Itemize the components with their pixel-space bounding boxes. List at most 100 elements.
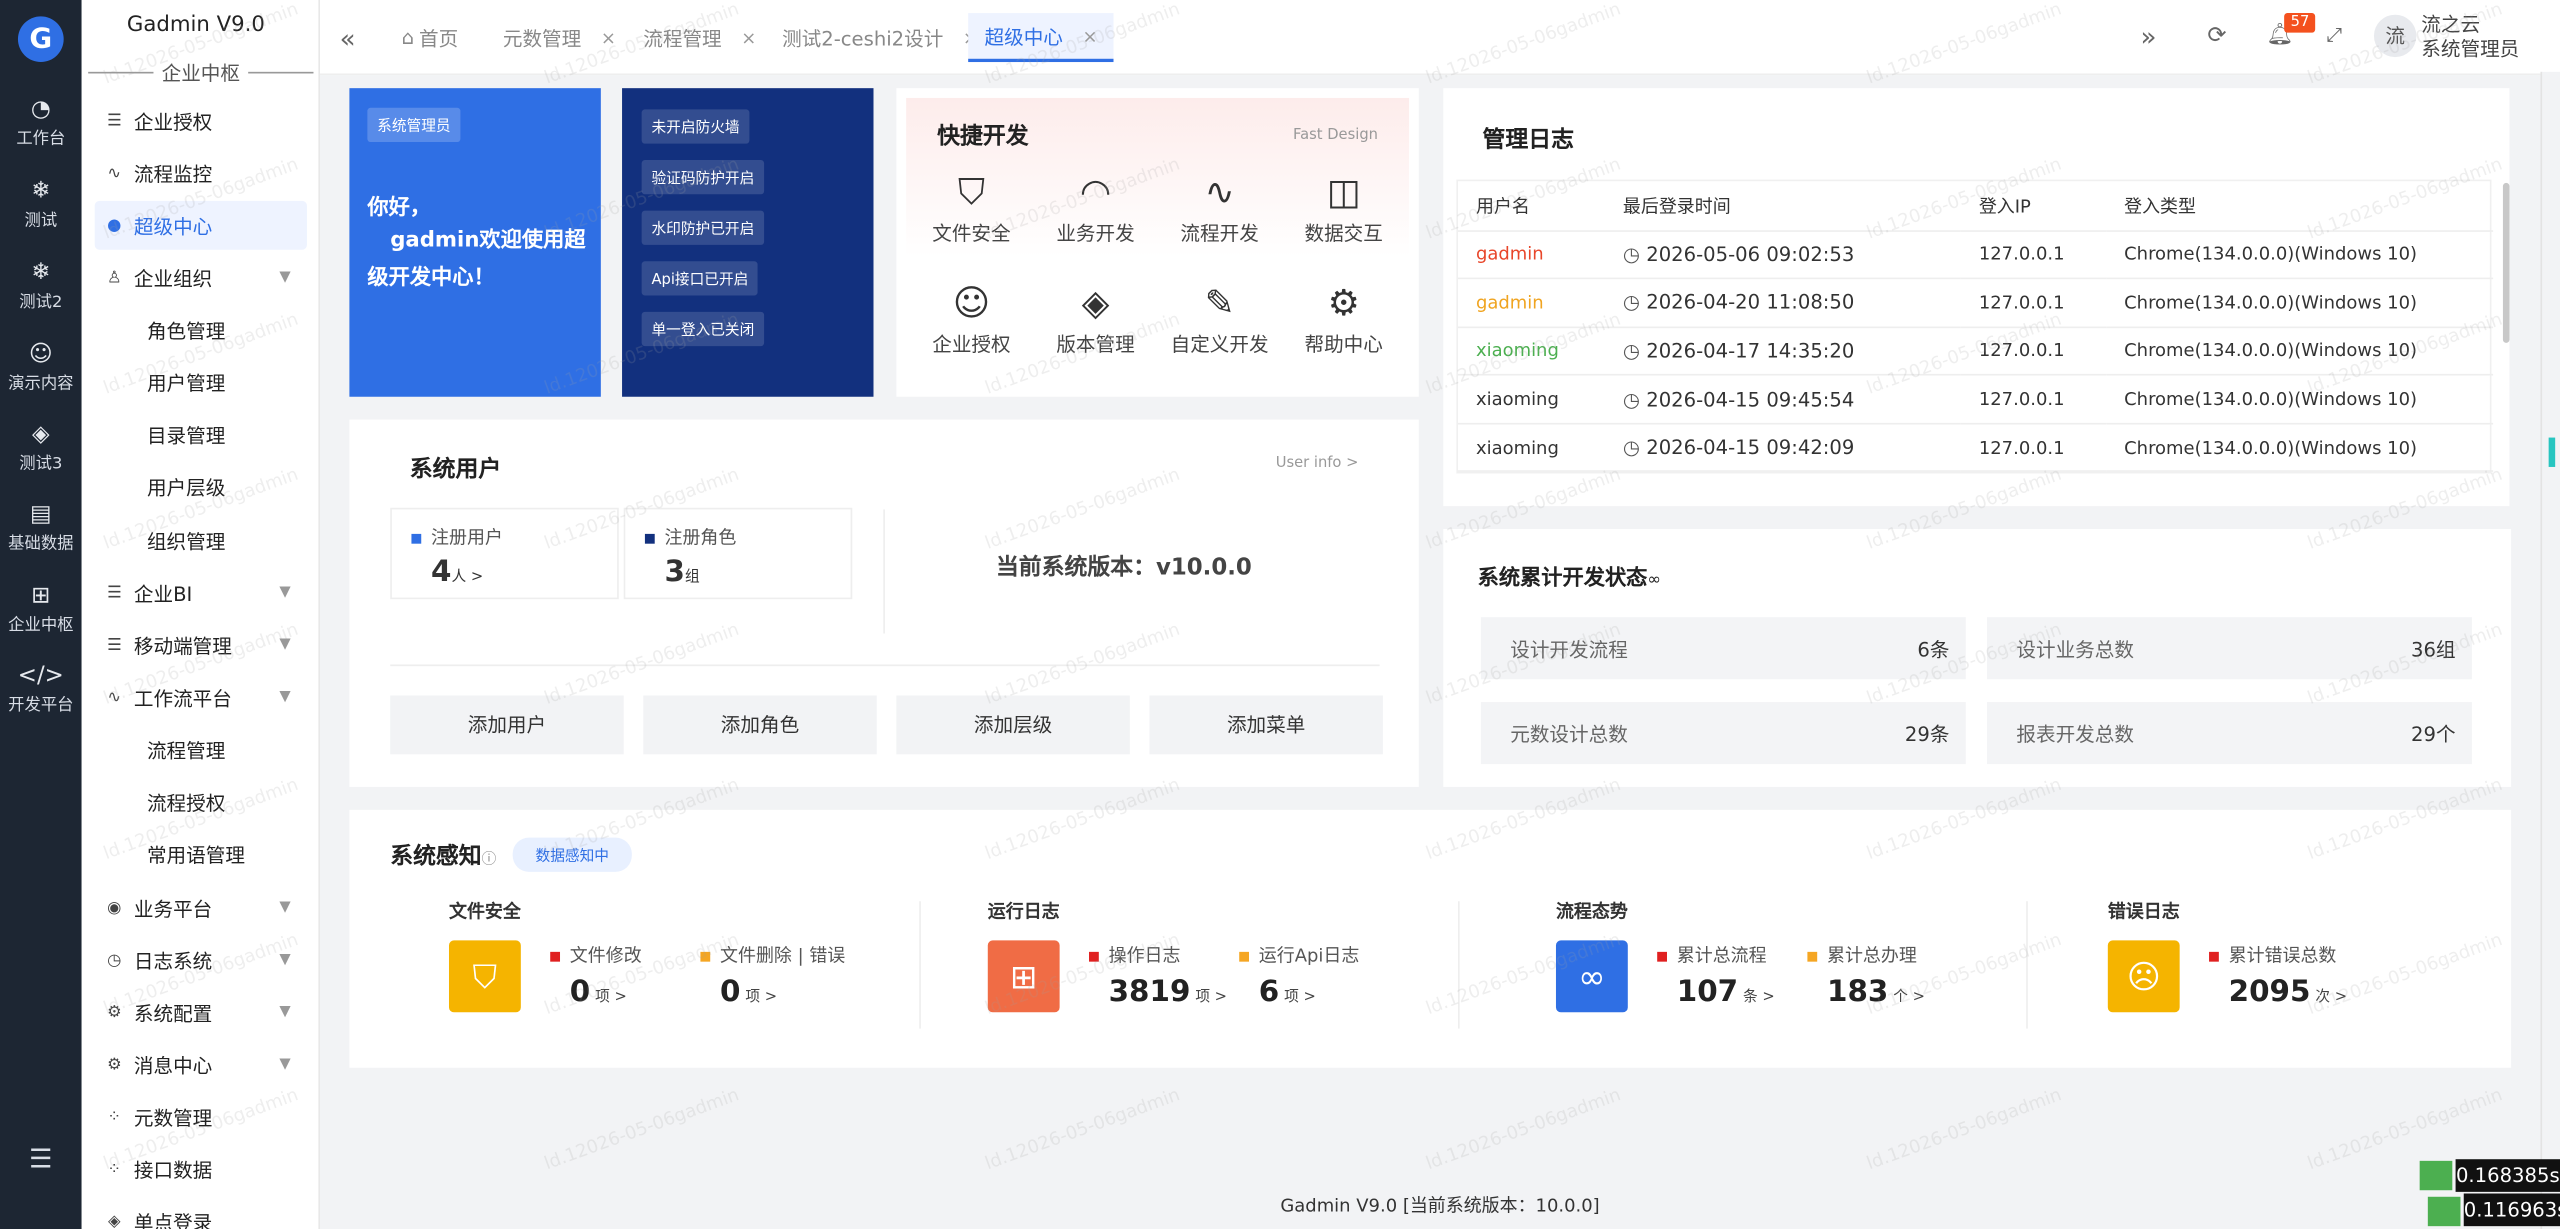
menu-item-8[interactable]: 组织管理: [82, 516, 320, 565]
menu-item-16[interactable]: ◷ 日志系统 ▼: [82, 936, 320, 985]
rail-item-0[interactable]: ◔ 工作台: [0, 95, 82, 148]
fullscreen-icon[interactable]: ⤢: [2327, 23, 2343, 47]
menu-item-2[interactable]: ● 超级中心: [94, 200, 307, 250]
menu-item-17[interactable]: ⚙ 系统配置 ▼: [82, 988, 320, 1037]
log-user[interactable]: xiaoming: [1458, 423, 1605, 471]
sensing-metric[interactable]: 累计错误总数 2095 次 >: [2209, 942, 2347, 1009]
menu-item-3[interactable]: ♙ 企业组织 ▼: [82, 253, 320, 302]
menu-item-4[interactable]: 角色管理: [82, 305, 320, 354]
menu-item-0[interactable]: ☰ 企业授权: [82, 96, 320, 145]
add-button-0[interactable]: 添加用户: [390, 695, 624, 755]
log-type: Chrome(134.0.0.0)(Windows 10): [2124, 388, 2418, 410]
add-button-1[interactable]: 添加角色: [643, 695, 877, 755]
sensing-metric[interactable]: 累计总办理 183 个 >: [1807, 942, 1925, 1009]
sensing-metric[interactable]: 文件删除 | 错误 0 项 >: [700, 942, 845, 1009]
reg-roles-box[interactable]: 注册角色 3组: [623, 507, 853, 600]
menu-item-label: 消息中心: [133, 1053, 213, 1077]
scroll-thumb[interactable]: [2548, 437, 2556, 467]
info-icon[interactable]: ⓘ: [482, 852, 497, 868]
tab-0[interactable]: ⌂ 首页: [385, 13, 474, 62]
add-button-3[interactable]: 添加菜单: [1149, 695, 1383, 755]
dev-status-item[interactable]: 元数设计总数 29条: [1480, 702, 1966, 765]
menu-item-1[interactable]: ∿ 流程监控: [82, 149, 320, 198]
menu-item-5[interactable]: 用户管理: [82, 358, 320, 407]
tab-2[interactable]: 流程管理 ×: [627, 13, 773, 62]
timer-1: 0.168385s: [2455, 1159, 2560, 1192]
menu-item-20[interactable]: ⁘ 接口数据: [82, 1145, 320, 1194]
rail-item-7[interactable]: </> 开发平台: [0, 661, 82, 715]
menu-item-19[interactable]: ⁘ 元数管理: [82, 1092, 320, 1141]
reg-users-box[interactable]: 注册用户 4人 >: [390, 507, 619, 600]
collapse-left-icon[interactable]: «: [340, 23, 356, 54]
page-scrollbar[interactable]: [2540, 71, 2560, 1229]
log-user[interactable]: gadmin: [1458, 279, 1605, 327]
user-info-link[interactable]: User info >: [1276, 456, 1359, 472]
log-user[interactable]: xiaoming: [1458, 327, 1605, 375]
rail-item-5[interactable]: ▤ 基础数据: [0, 500, 82, 553]
user-info[interactable]: 流之云 系统管理员: [2421, 13, 2519, 62]
menu-item-label: 常用语管理: [146, 843, 245, 867]
sensing-metric[interactable]: 文件修改 0 项 >: [550, 942, 642, 1009]
menu-item-21[interactable]: ◈ 单点登录: [82, 1197, 320, 1229]
quick-dev-item[interactable]: ◈ 版本管理: [1043, 281, 1147, 358]
close-icon[interactable]: ×: [1083, 25, 1098, 46]
rail-item-label: 测试3: [19, 455, 63, 474]
quick-dev-item[interactable]: ∿ 流程开发: [1167, 170, 1271, 247]
dev-status-item[interactable]: 报表开发总数 29个: [1986, 702, 2472, 765]
chevron-down-icon: ▼: [279, 951, 291, 969]
log-user[interactable]: gadmin: [1458, 230, 1605, 278]
close-icon[interactable]: ×: [601, 27, 616, 48]
chevron-down-icon: ▼: [279, 688, 291, 706]
dev-status-item[interactable]: 设计业务总数 36组: [1986, 617, 2472, 680]
rail-item-1[interactable]: ❄ 测试: [0, 176, 82, 230]
rail-item-4[interactable]: ◈ 测试3: [0, 420, 82, 474]
infinity-icon[interactable]: ∞: [1555, 940, 1628, 1013]
log-user[interactable]: xiaoming: [1458, 375, 1605, 423]
sad-icon[interactable]: ☹: [2107, 940, 2180, 1013]
sensing-metric[interactable]: 运行Api日志 6 项 >: [1239, 942, 1359, 1009]
shield-check-icon[interactable]: ⛉: [448, 940, 521, 1013]
group-divider: [919, 901, 921, 1029]
menu-item-6[interactable]: 目录管理: [82, 410, 320, 459]
quick-dev-item[interactable]: ◠ 业务开发: [1043, 170, 1147, 247]
menu-item-11[interactable]: ∿ 工作流平台 ▼: [82, 673, 320, 722]
tab-1[interactable]: 元数管理 ×: [487, 13, 633, 62]
sensing-metric[interactable]: 操作日志 3819 项 >: [1089, 942, 1227, 1009]
quick-dev-item[interactable]: ◫ 数据交互: [1291, 170, 1395, 247]
menu-item-13[interactable]: 流程授权: [82, 777, 320, 826]
menu-item-7[interactable]: 用户层级: [82, 462, 320, 511]
loader-icon: ⁘: [107, 1107, 122, 1126]
quick-dev-item[interactable]: ⛉ 文件安全: [919, 170, 1023, 247]
log-scrollbar[interactable]: [2502, 182, 2510, 343]
quick-dev-item[interactable]: ✎ 自定义开发: [1167, 281, 1271, 358]
add-button-2[interactable]: 添加层级: [896, 695, 1130, 755]
rail-item-label: 测试: [24, 212, 58, 231]
tab-4[interactable]: 超级中心 ×: [968, 13, 1114, 63]
menu-item-10[interactable]: ☰ 移动端管理 ▼: [82, 620, 320, 669]
menu-item-12[interactable]: 流程管理: [82, 725, 320, 774]
rail-item-3[interactable]: ☺ 演示内容: [0, 340, 82, 393]
pulse-icon: ∿: [1204, 173, 1235, 214]
log-ip: 127.0.0.1: [1978, 243, 2065, 265]
refresh-icon[interactable]: ⟳: [2207, 23, 2226, 49]
gadmin-logo-icon[interactable]: G: [17, 16, 64, 63]
rail-item-6[interactable]: ⊞ 企业中枢: [0, 581, 82, 635]
apps-icon[interactable]: ⊞: [987, 940, 1060, 1013]
avatar[interactable]: 流: [2373, 14, 2417, 58]
rail-item-2[interactable]: ❄ 测试2: [0, 258, 82, 312]
watermark: ld.12026-05-06gadmin: [541, 1083, 742, 1175]
menu-item-14[interactable]: 常用语管理: [82, 829, 320, 878]
sensing-group-title: 错误日志: [2107, 901, 2180, 923]
menu-toggle-icon[interactable]: ☰: [0, 1143, 82, 1174]
tab-3[interactable]: 测试2-ceshi2设计×: [766, 13, 995, 62]
menu-item-9[interactable]: ☰ 企业BI ▼: [82, 568, 320, 617]
log-col-header: 用户名: [1458, 181, 1605, 232]
close-icon[interactable]: ×: [741, 27, 756, 48]
quick-dev-item[interactable]: ⚙ 帮助中心: [1291, 281, 1395, 358]
dev-status-item[interactable]: 设计开发流程 6条: [1480, 617, 1966, 680]
sensing-metric[interactable]: 累计总流程 107 条 >: [1657, 942, 1775, 1009]
scroll-right-icon[interactable]: »: [2140, 21, 2156, 52]
quick-dev-item[interactable]: ☺ 企业授权: [919, 281, 1023, 358]
menu-item-15[interactable]: ◉ 业务平台 ▼: [82, 883, 320, 932]
menu-item-18[interactable]: ⚙ 消息中心 ▼: [82, 1040, 320, 1089]
